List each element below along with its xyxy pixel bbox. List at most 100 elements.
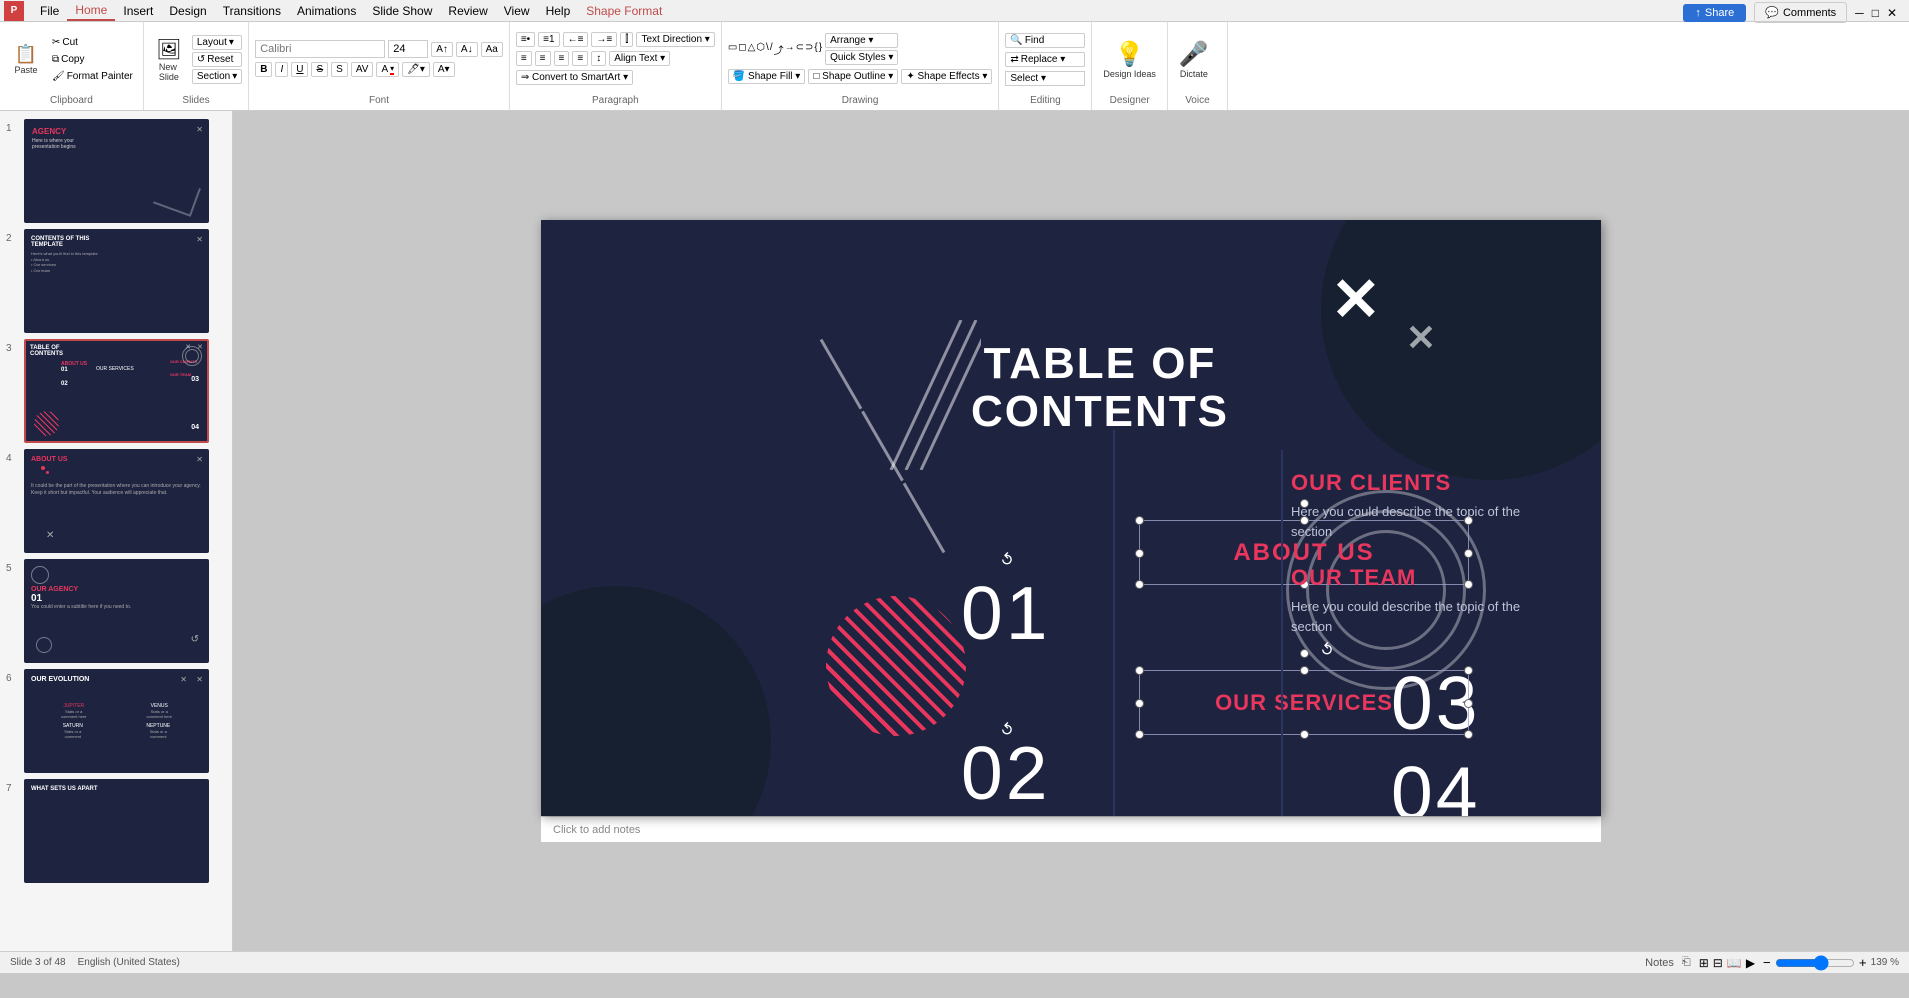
menu-shape-format[interactable]: Shape Format	[578, 2, 670, 20]
slide-thumb-4[interactable]: 4 ABOUT US It could be the part of the p…	[6, 449, 226, 553]
format-painter-button[interactable]: 🖌 Format Painter	[48, 69, 137, 84]
shadow-button[interactable]: S	[331, 62, 348, 77]
slide-thumb-5[interactable]: 5 OUR AGENCY 01 You could enter a subtit…	[6, 559, 226, 663]
menu-animations[interactable]: Animations	[289, 2, 364, 20]
app-icon: P	[4, 1, 24, 21]
align-left-button[interactable]: ≡	[516, 51, 532, 66]
rotate-icon-01: ↺	[996, 548, 1020, 572]
slide-thumb-1[interactable]: 1 AGENCY Here is where yourpresentation …	[6, 119, 226, 223]
cut-icon: ✂	[52, 37, 60, 48]
slide-count: Slide 3 of 48	[10, 957, 66, 968]
our-clients-section: OUR CLIENTS Here you could describe the …	[1291, 470, 1521, 636]
dictate-button[interactable]: 🎤 Dictate	[1174, 26, 1214, 93]
zoom-in-button[interactable]: +	[1859, 955, 1867, 970]
our-services-box[interactable]: OUR SERVICES	[1139, 670, 1469, 735]
menu-design[interactable]: Design	[161, 2, 214, 20]
replace-button[interactable]: ⇄ Replace ▾	[1005, 52, 1085, 67]
font-color-button[interactable]: A▾	[376, 62, 399, 77]
slide-title: TABLE OFCONTENTS	[971, 340, 1229, 437]
close-icon[interactable]: ✕	[1887, 6, 1897, 20]
reading-view-button[interactable]: 📖	[1727, 956, 1742, 970]
new-slide-icon: 🖼	[156, 37, 181, 62]
paste-button[interactable]: 📋 Paste	[6, 41, 46, 78]
reset-button[interactable]: ↺ Reset	[192, 52, 242, 67]
line-spacing-button[interactable]: ↕	[591, 51, 606, 66]
menu-file[interactable]: File	[32, 2, 67, 20]
italic-button[interactable]: I	[275, 62, 288, 77]
normal-view-button[interactable]: ⊞	[1699, 956, 1709, 970]
new-slide-button[interactable]: 🖼 NewSlide	[150, 34, 188, 85]
slide-sorter-button[interactable]: ⊟	[1713, 956, 1723, 970]
minimize-icon[interactable]: ─	[1855, 6, 1864, 20]
font-name-input[interactable]	[255, 40, 385, 58]
menu-slideshow[interactable]: Slide Show	[364, 2, 440, 20]
copy-button[interactable]: ⧉ Copy	[48, 52, 137, 67]
justify-button[interactable]: ≡	[572, 51, 588, 66]
columns-button[interactable]: ⫿	[620, 32, 633, 47]
notes-area[interactable]: Click to add notes	[541, 816, 1601, 842]
language: English (United States)	[78, 957, 180, 968]
comments-button[interactable]: 💬 Comments	[1754, 2, 1847, 23]
our-clients-description: Here you could describe the topic of the…	[1291, 502, 1521, 541]
vertical-divider	[1113, 430, 1115, 816]
select-button[interactable]: Select ▾	[1005, 71, 1085, 86]
quick-styles-button[interactable]: Quick Styles ▾	[825, 50, 898, 65]
menu-view[interactable]: View	[496, 2, 538, 20]
increase-indent-button[interactable]: →≡	[591, 32, 617, 47]
shape-outline-button[interactable]: □ Shape Outline ▾	[808, 69, 898, 84]
bullets-button[interactable]: ≡•	[516, 32, 535, 47]
pink-striped-circle	[826, 596, 966, 736]
right-accent-line	[1281, 450, 1283, 816]
text-direction-button[interactable]: Text Direction ▾	[636, 32, 714, 47]
number-02: 02	[961, 730, 1050, 816]
strikethrough-button[interactable]: S	[311, 62, 328, 77]
our-team-description: Here you could describe the topic of the…	[1291, 597, 1521, 636]
format-painter-icon: 🖌	[52, 71, 65, 82]
slide-thumb-3[interactable]: 3 TABLE OFCONTENTS ABOUT US 01 02 OUR	[6, 339, 226, 443]
increase-font-button[interactable]: A↑	[431, 42, 453, 57]
layout-button[interactable]: Layout ▾	[192, 35, 242, 50]
menu-transitions[interactable]: Transitions	[215, 2, 289, 20]
align-text-button[interactable]: Align Text ▾	[609, 51, 670, 66]
bg-circle-bottom-left	[541, 586, 771, 816]
slide-thumb-6[interactable]: 6 OUR EVOLUTION JUPITERStats or acomment…	[6, 669, 226, 773]
align-right-button[interactable]: ≡	[554, 51, 570, 66]
font-color2-button[interactable]: A▾	[433, 62, 455, 77]
slide-thumb-7[interactable]: 7 WHAT SETS US APART	[6, 779, 226, 883]
highlight-button[interactable]: 🖊▾	[402, 62, 430, 77]
notes-placeholder: Click to add notes	[553, 824, 640, 836]
menu-review[interactable]: Review	[440, 2, 495, 20]
slideshow-button[interactable]: ▶	[1746, 956, 1755, 970]
status-bar: Slide 3 of 48 English (United States) No…	[0, 951, 1909, 973]
zoom-out-button[interactable]: −	[1763, 955, 1771, 970]
convert-smartart-button[interactable]: ⇒ Convert to SmartArt ▾	[516, 70, 633, 85]
zoom-slider[interactable]	[1775, 955, 1855, 971]
cut-button[interactable]: ✂ Cut	[48, 35, 137, 50]
numbering-button[interactable]: ≡1	[538, 32, 559, 47]
arrange-button[interactable]: Arrange ▾	[825, 33, 898, 48]
clear-formatting-button[interactable]: Aa	[481, 42, 503, 57]
notes-view-button[interactable]: Notes	[1645, 957, 1674, 969]
share-button[interactable]: ↑ Share	[1683, 4, 1746, 22]
x-large: ✕	[1331, 270, 1381, 330]
decrease-font-button[interactable]: A↓	[456, 42, 478, 57]
shape-fill-button[interactable]: 🪣 Shape Fill ▾	[728, 69, 806, 84]
maximize-icon[interactable]: □	[1872, 6, 1879, 20]
align-center-button[interactable]: ≡	[535, 51, 551, 66]
slide-canvas: ✕ ✕ TABLE OFCONTENTS 01 02 03 04 A	[541, 220, 1601, 816]
comments-view-button[interactable]: ⎗	[1682, 956, 1691, 969]
underline-button[interactable]: U	[291, 62, 308, 77]
zoom-level: 139 %	[1871, 957, 1899, 968]
menu-home[interactable]: Home	[67, 1, 115, 21]
shape-effects-button[interactable]: ✦ Shape Effects ▾	[901, 69, 992, 84]
section-button[interactable]: Section ▾	[192, 69, 242, 84]
decrease-indent-button[interactable]: ←≡	[563, 32, 589, 47]
menu-help[interactable]: Help	[538, 2, 579, 20]
char-spacing-button[interactable]: AV	[351, 62, 374, 77]
font-size-input[interactable]	[388, 40, 428, 58]
design-ideas-button[interactable]: 💡 Design Ideas	[1098, 26, 1161, 93]
slide-thumb-2[interactable]: 2 CONTENTS OF THISTEMPLATE Here's what y…	[6, 229, 226, 333]
find-button[interactable]: 🔍 Find	[1005, 33, 1085, 48]
menu-insert[interactable]: Insert	[115, 2, 161, 20]
bold-button[interactable]: B	[255, 62, 272, 77]
